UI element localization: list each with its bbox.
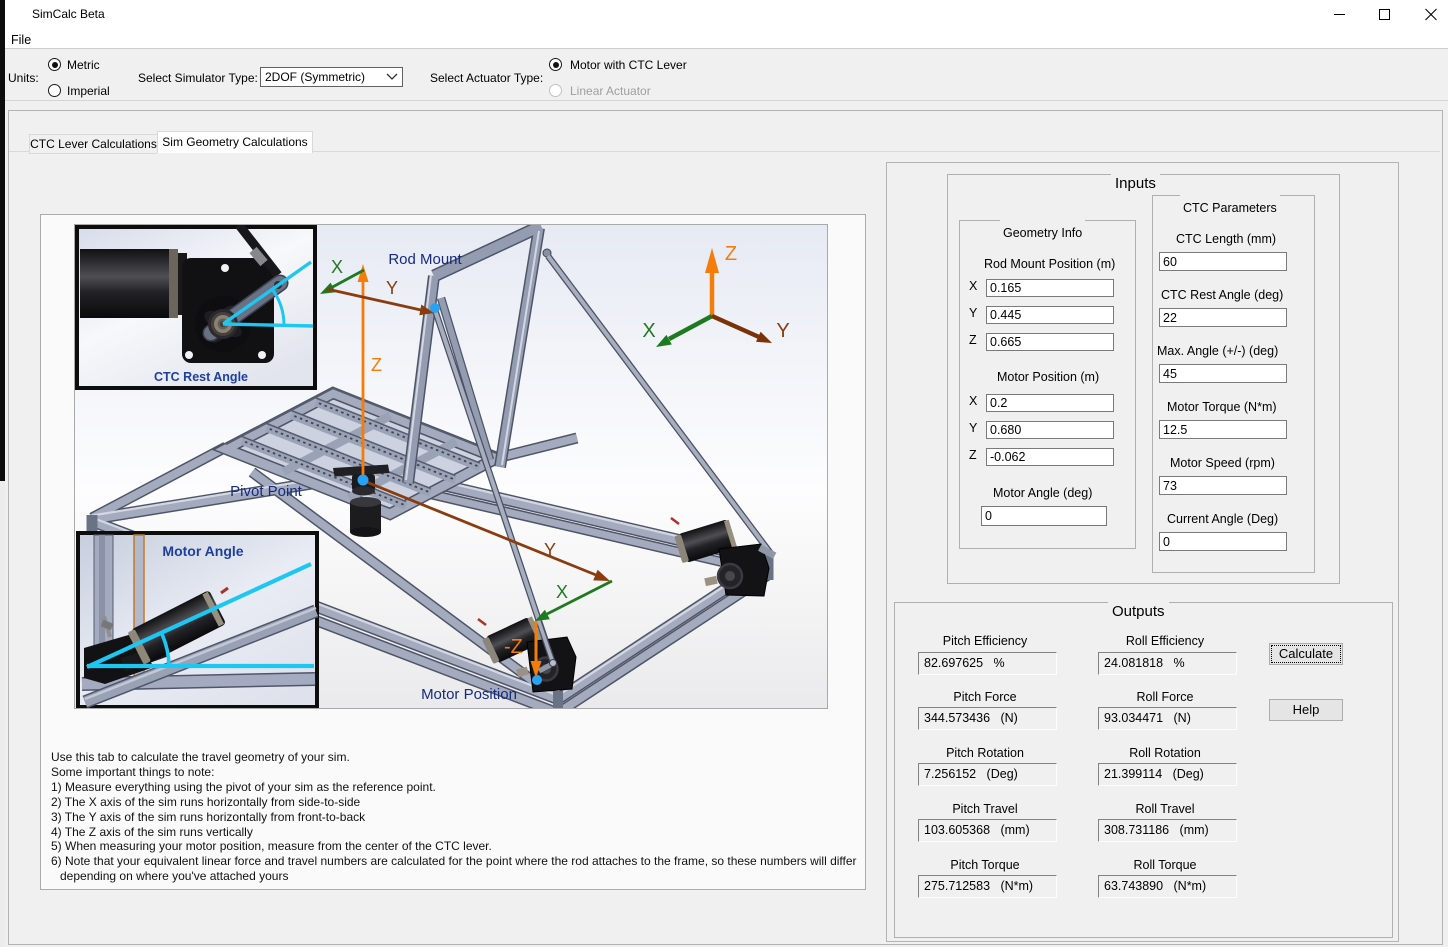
svg-text:CTC Rest Angle: CTC Rest Angle: [154, 370, 248, 384]
svg-text:Z: Z: [725, 243, 737, 265]
svg-text:X: X: [556, 582, 568, 602]
svg-text:Pivot Point: Pivot Point: [230, 483, 303, 500]
svg-text:Rod Mount: Rod Mount: [388, 251, 462, 268]
svg-text:Z: Z: [371, 355, 382, 375]
svg-text:Motor Position: Motor Position: [421, 686, 517, 703]
svg-text:Motor Angle: Motor Angle: [162, 543, 243, 559]
svg-text:Y: Y: [386, 278, 398, 298]
svg-text:X: X: [331, 257, 343, 277]
svg-text:Y: Y: [776, 320, 789, 342]
svg-text:X: X: [642, 320, 655, 342]
svg-text:-Z: -Z: [504, 636, 523, 658]
svg-text:Y: Y: [544, 540, 556, 560]
